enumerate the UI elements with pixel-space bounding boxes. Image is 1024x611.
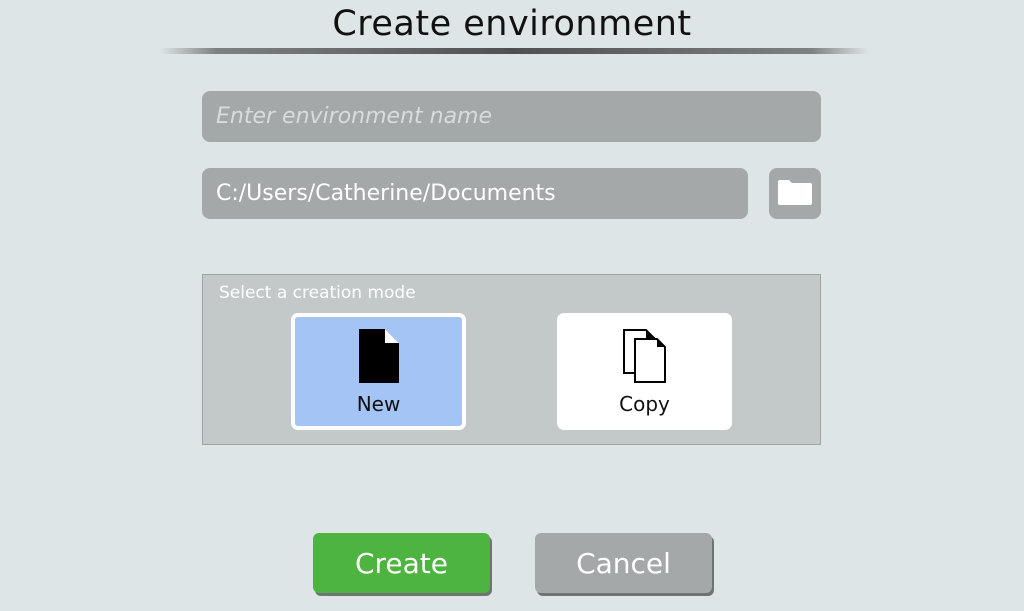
environment-name-input[interactable]: [202, 91, 821, 142]
creation-mode-panel: Select a creation mode New Copy: [202, 274, 821, 445]
folder-icon: [777, 178, 813, 210]
new-document-icon: [358, 329, 399, 387]
title-divider: [160, 48, 868, 54]
mode-copy-label: Copy: [619, 392, 670, 416]
mode-copy-option[interactable]: Copy: [557, 313, 732, 430]
dialog-title: Create environment: [332, 4, 692, 44]
mode-new-option[interactable]: New: [291, 313, 466, 430]
copy-documents-icon: [622, 329, 667, 387]
cancel-button[interactable]: Cancel: [535, 533, 712, 593]
environment-path-input[interactable]: [202, 168, 748, 219]
create-environment-dialog: Create environment Select a creation mod…: [0, 0, 1024, 611]
browse-folder-button[interactable]: [769, 168, 821, 219]
creation-mode-label: Select a creation mode: [219, 283, 416, 303]
create-button[interactable]: Create: [313, 533, 490, 593]
mode-new-label: New: [356, 392, 401, 416]
